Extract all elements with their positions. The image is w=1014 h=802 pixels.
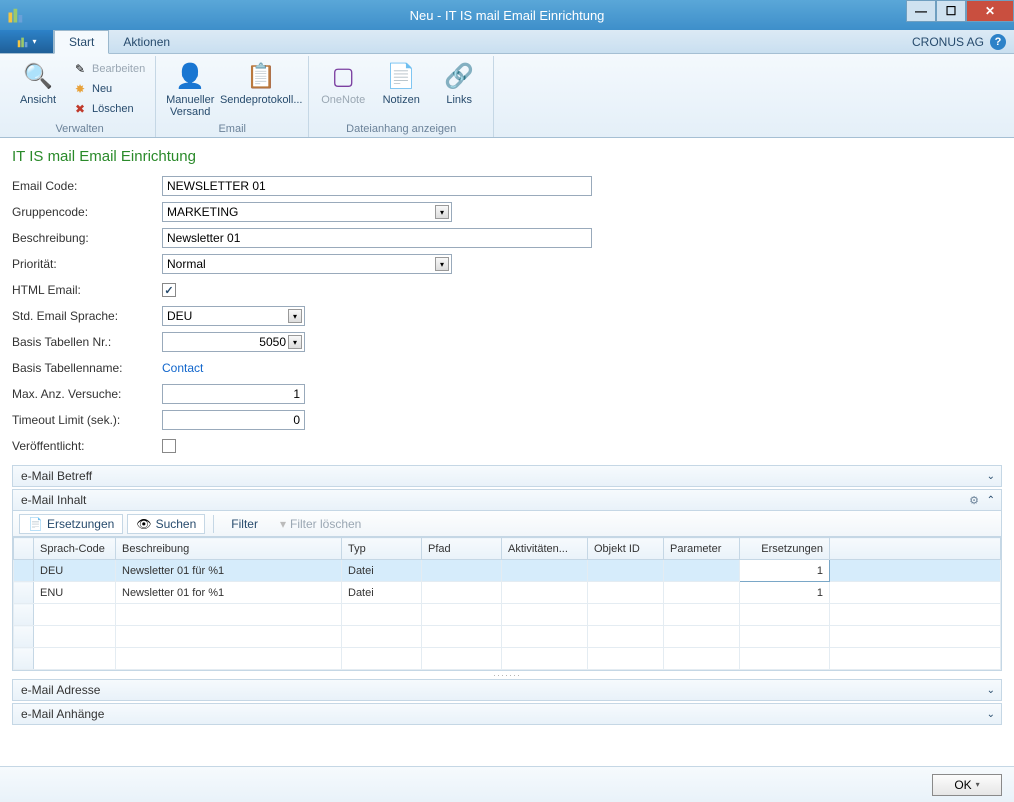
note-icon: 📄 <box>385 60 417 92</box>
minimize-button[interactable]: — <box>906 0 936 22</box>
footer: OK ▾ <box>0 766 1014 802</box>
col-sprach-code[interactable]: Sprach-Code <box>34 538 116 560</box>
filter-button[interactable]: Filter <box>222 514 267 534</box>
window-title: Neu - IT IS mail Email Einrichtung <box>410 8 605 23</box>
person-icon: 👤 <box>174 60 206 92</box>
col-beschreibung[interactable]: Beschreibung <box>116 538 342 560</box>
label-timeout: Timeout Limit (sek.): <box>12 413 162 427</box>
panel-adresse[interactable]: e-Mail Adresse ⌄ <box>12 679 1002 701</box>
table-row[interactable] <box>14 604 1001 626</box>
label-basis-tab-name: Basis Tabellenname: <box>12 361 162 375</box>
label-beschreibung: Beschreibung: <box>12 231 162 245</box>
beschreibung-input[interactable] <box>162 228 592 248</box>
col-ersetzungen[interactable]: Ersetzungen <box>740 538 830 560</box>
table-row[interactable]: ENUNewsletter 01 for %1Datei1 <box>14 582 1001 604</box>
menubar: ▾ Start Aktionen CRONUS AG ? <box>0 30 1014 54</box>
funnel-icon: ▾ <box>280 517 286 531</box>
link-icon: 🔗 <box>443 60 475 92</box>
ok-button[interactable]: OK ▾ <box>932 774 1002 796</box>
maximize-button[interactable]: ☐ <box>936 0 966 22</box>
basis-tab-nr-input[interactable] <box>162 332 305 352</box>
onenote-button[interactable]: ▢ OneNote <box>315 56 371 106</box>
label-std-sprache: Std. Email Sprache: <box>12 309 162 323</box>
label-email-code: Email Code: <box>12 179 162 193</box>
col-aktivitaeten[interactable]: Aktivitäten... <box>502 538 588 560</box>
chevron-down-icon[interactable]: ▾ <box>288 335 302 349</box>
inhalt-grid: Sprach-Code Beschreibung Typ Pfad Aktivi… <box>12 537 1002 671</box>
ribbon: 🔍 Ansicht ✎ Bearbeiten ✸ Neu ✖ Löschen V… <box>0 54 1014 138</box>
label-basis-tab-nr: Basis Tabellen Nr.: <box>12 335 162 349</box>
panel-betreff[interactable]: e-Mail Betreff ⌄ <box>12 465 1002 487</box>
app-icon <box>6 5 26 25</box>
chevron-down-icon: ⌄ <box>987 471 995 482</box>
std-sprache-select[interactable] <box>162 306 305 326</box>
ansicht-button[interactable]: 🔍 Ansicht <box>10 56 66 106</box>
magnifier-icon: 🔍 <box>22 60 54 92</box>
col-pfad[interactable]: Pfad <box>422 538 502 560</box>
panel-anhaenge[interactable]: e-Mail Anhänge ⌄ <box>12 703 1002 725</box>
label-prioritaet: Priorität: <box>12 257 162 271</box>
app-menu-button[interactable]: ▾ <box>0 30 54 53</box>
label-veroeffentlicht: Veröffentlicht: <box>12 439 162 453</box>
new-icon: ✸ <box>72 81 88 97</box>
chevron-down-icon: ⌄ <box>987 709 995 720</box>
max-versuche-input[interactable] <box>162 384 305 404</box>
pencil-icon: ✎ <box>72 61 88 77</box>
sendeprotokoll-button[interactable]: 📋 Sendeprotokoll... <box>220 56 302 106</box>
col-typ[interactable]: Typ <box>342 538 422 560</box>
delete-icon: ✖ <box>72 101 88 117</box>
search-icon: 👁 <box>136 517 151 531</box>
gruppencode-select[interactable] <box>162 202 452 222</box>
bearbeiten-button[interactable]: ✎ Bearbeiten <box>68 60 149 78</box>
links-button[interactable]: 🔗 Links <box>431 56 487 106</box>
table-row[interactable]: DEUNewsletter 01 für %1Datei1 <box>14 560 1001 582</box>
chevron-down-icon[interactable]: ▾ <box>288 309 302 323</box>
company-name: CRONUS AG <box>912 35 984 49</box>
label-gruppencode: Gruppencode: <box>12 205 162 219</box>
label-html-email: HTML Email: <box>12 283 162 297</box>
loeschen-button[interactable]: ✖ Löschen <box>68 100 149 118</box>
splitter[interactable]: ······· <box>12 671 1002 679</box>
grid-toolbar: 📄 Ersetzungen 👁 Suchen Filter ▾ Filter l… <box>12 511 1002 537</box>
notizen-button[interactable]: 📄 Notizen <box>373 56 429 106</box>
table-row[interactable] <box>14 626 1001 648</box>
col-parameter[interactable]: Parameter <box>664 538 740 560</box>
gear-icon[interactable]: ⚙ <box>969 494 979 507</box>
table-row[interactable] <box>14 648 1001 670</box>
group-email-label: Email <box>218 121 246 137</box>
label-max-versuche: Max. Anz. Versuche: <box>12 387 162 401</box>
titlebar: Neu - IT IS mail Email Einrichtung — ☐ ✕ <box>0 0 1014 30</box>
chevron-up-icon: ⌃ <box>987 495 995 506</box>
manueller-versand-button[interactable]: 👤 Manueller Versand <box>162 56 218 118</box>
col-objekt-id[interactable]: Objekt ID <box>588 538 664 560</box>
email-code-input[interactable] <box>162 176 592 196</box>
chevron-down-icon: ⌄ <box>987 685 995 696</box>
basis-tab-name-link[interactable]: Contact <box>162 361 203 375</box>
onenote-icon: ▢ <box>327 60 359 92</box>
group-dateianhang-label: Dateianhang anzeigen <box>346 121 456 137</box>
close-button[interactable]: ✕ <box>966 0 1014 22</box>
replace-icon: 📄 <box>28 517 43 531</box>
ersetzungen-button[interactable]: 📄 Ersetzungen <box>19 514 123 534</box>
chevron-down-icon: ▾ <box>976 780 980 789</box>
chevron-down-icon[interactable]: ▾ <box>435 257 449 271</box>
content-area: IT IS mail Email Einrichtung Email Code:… <box>0 138 1014 766</box>
group-verwalten-label: Verwalten <box>55 121 103 137</box>
prioritaet-select[interactable] <box>162 254 452 274</box>
page-title: IT IS mail Email Einrichtung <box>12 148 1002 165</box>
html-email-checkbox[interactable] <box>162 283 176 297</box>
suchen-button[interactable]: 👁 Suchen <box>127 514 205 534</box>
clipboard-icon: 📋 <box>245 60 277 92</box>
tab-aktionen[interactable]: Aktionen <box>109 30 184 53</box>
timeout-input[interactable] <box>162 410 305 430</box>
tab-start[interactable]: Start <box>54 30 109 54</box>
chevron-down-icon[interactable]: ▾ <box>435 205 449 219</box>
panel-inhalt[interactable]: e-Mail Inhalt ⚙ ⌃ <box>12 489 1002 511</box>
filter-loeschen-button[interactable]: ▾ Filter löschen <box>271 514 370 534</box>
neu-button[interactable]: ✸ Neu <box>68 80 149 98</box>
help-icon[interactable]: ? <box>990 34 1006 50</box>
veroeffentlicht-checkbox[interactable] <box>162 439 176 453</box>
